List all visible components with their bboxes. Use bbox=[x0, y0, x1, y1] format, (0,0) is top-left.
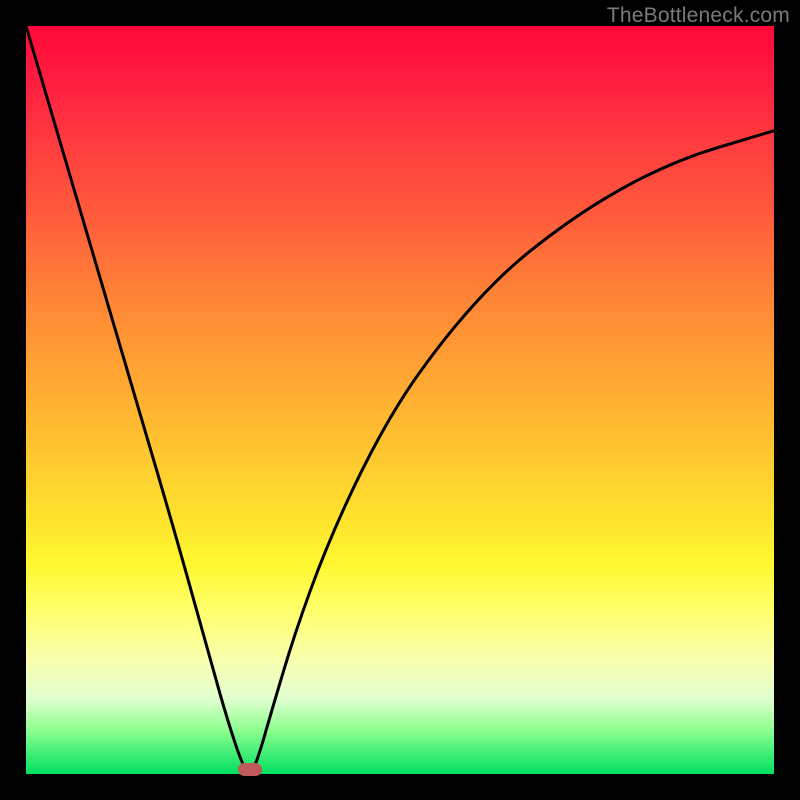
chart-frame: TheBottleneck.com bbox=[0, 0, 800, 800]
watermark-text: TheBottleneck.com bbox=[607, 4, 790, 28]
plot-area bbox=[26, 26, 774, 774]
curve-svg bbox=[26, 26, 774, 774]
minimum-marker bbox=[238, 763, 262, 776]
bottleneck-curve bbox=[26, 26, 774, 772]
